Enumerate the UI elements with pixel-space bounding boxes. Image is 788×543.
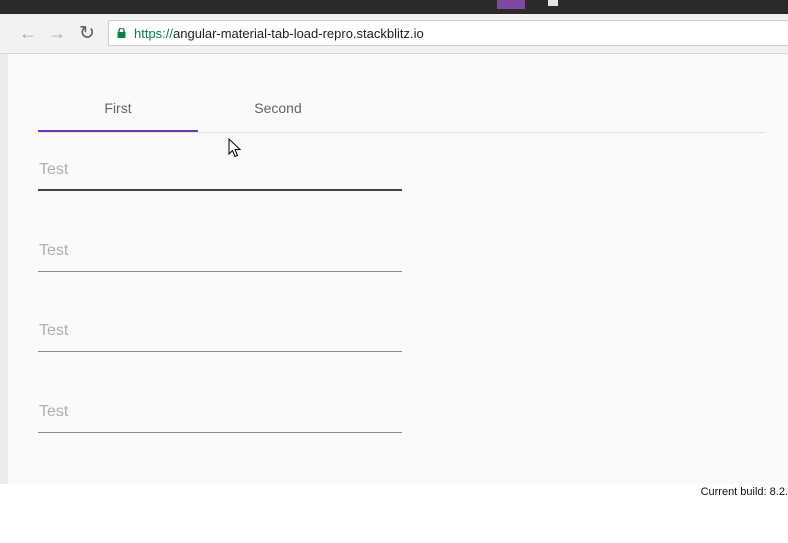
test-field-1[interactable] (38, 151, 402, 191)
tab-bar: First Second (38, 84, 765, 133)
window-titlebar (0, 0, 788, 14)
back-icon[interactable]: ← (17, 22, 39, 44)
tab-ink-bar (38, 130, 198, 132)
tab-first-label: First (104, 100, 132, 116)
page-content: First Second (8, 54, 788, 484)
page-left-edge (0, 54, 8, 484)
test-field-4[interactable] (38, 393, 402, 433)
test-input-3[interactable] (38, 312, 402, 350)
forward-icon[interactable]: → (46, 22, 68, 44)
reload-icon[interactable]: ↻ (76, 22, 98, 44)
test-input-4[interactable] (38, 393, 402, 431)
tab-second[interactable]: Second (198, 84, 358, 132)
test-field-3[interactable] (38, 312, 402, 352)
mouse-cursor-icon (228, 138, 242, 158)
url-host: angular-material-tab-load-repro.stackbli… (173, 26, 424, 41)
lock-icon (117, 28, 126, 38)
browser-toolbar: ← → ↻ https://angular-material-tab-load-… (0, 14, 788, 54)
field-underline (38, 351, 402, 352)
url-scheme: https:// (134, 26, 174, 41)
app-icon (497, 0, 525, 9)
tab-second-label: Second (254, 100, 302, 116)
test-field-2[interactable] (38, 232, 402, 272)
field-underline (38, 189, 402, 191)
address-bar[interactable]: https://angular-material-tab-load-repro.… (108, 20, 788, 46)
tab-first[interactable]: First (38, 84, 198, 132)
test-input-2[interactable] (38, 232, 402, 270)
url-text: https://angular-material-tab-load-repro.… (134, 26, 424, 41)
window-icon (548, 0, 558, 6)
field-underline (38, 432, 402, 433)
field-underline (38, 271, 402, 272)
build-info: Current build: 8.2. (700, 486, 788, 498)
test-input-1[interactable] (38, 151, 402, 189)
